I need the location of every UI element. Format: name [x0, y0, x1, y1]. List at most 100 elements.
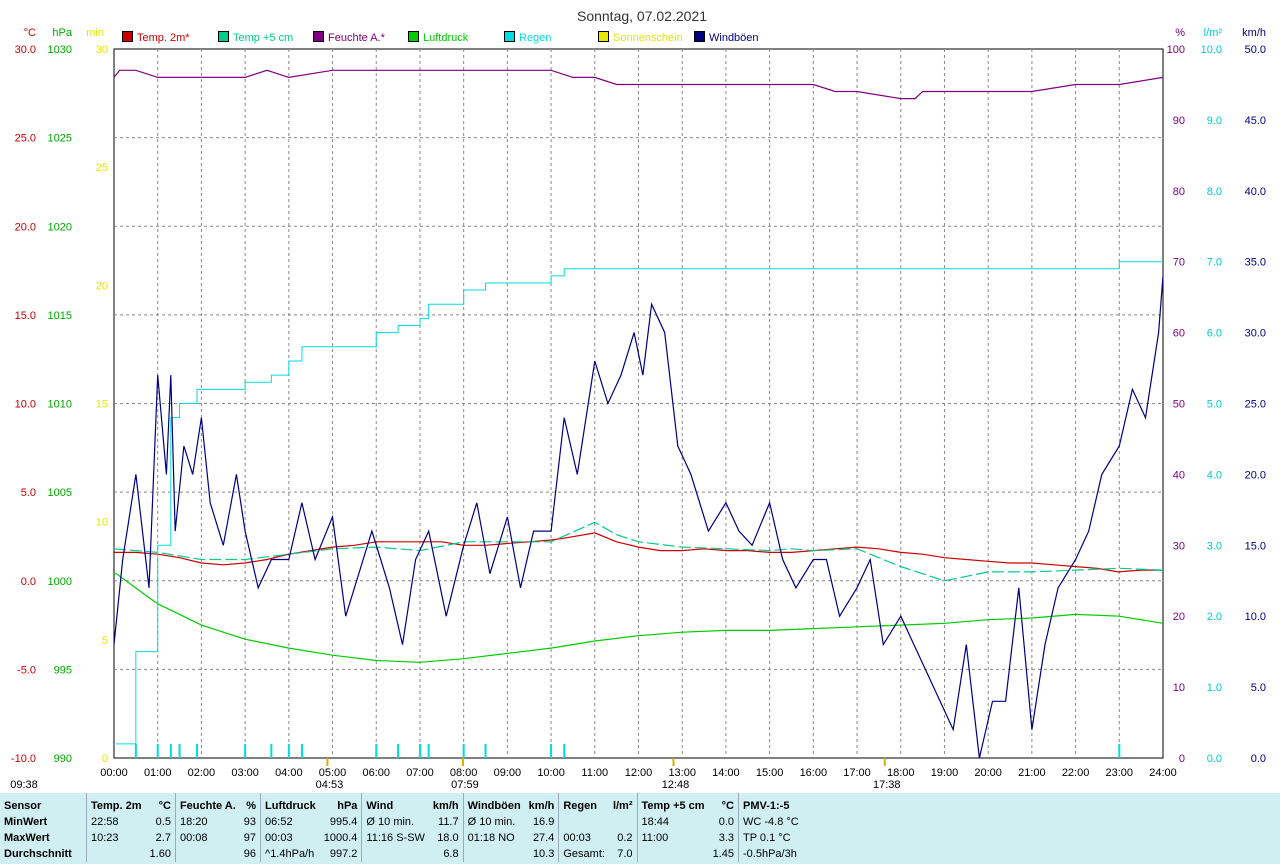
stats-header-row: Sensor Temp. 2m °C Feuchte A.% Luftdruck hPa W…	[0, 793, 811, 814]
rain-tick	[375, 744, 378, 758]
rain-tick	[134, 744, 137, 758]
legend-swatch	[504, 31, 515, 42]
x-tick-label: 09:00	[494, 767, 522, 779]
stats-cell-value: 7.0	[617, 848, 633, 860]
sun-time-first: 09:38	[10, 779, 38, 791]
temp-axis-tick: -5.0	[17, 664, 36, 676]
stats-cell-time	[558, 814, 609, 830]
stats-row: MaxWert 10:23 2.7 00:08 97 00:03 1000.4 11:16 S…	[0, 830, 811, 846]
humidity-axis-tick: 70	[1173, 257, 1185, 269]
rain-axis-tick: 7.0	[1207, 257, 1222, 269]
stats-cell-time: Ø 10 min.	[462, 814, 525, 830]
humidity-axis-tick: 50	[1173, 399, 1185, 411]
pressure-axis-tick: 1015	[48, 310, 72, 322]
statistics-table: Sensor Temp. 2m °C Feuchte A.% Luftdruck hPa W…	[0, 793, 811, 862]
rain-tick	[156, 744, 159, 758]
humidity-axis-tick: 0	[1179, 753, 1185, 765]
x-tick-label: 10:00	[537, 767, 565, 779]
temp-axis-tick: 20.0	[15, 221, 36, 233]
x-tick-label: 00:00	[100, 767, 128, 779]
stats-cell-value: 11.7	[438, 816, 459, 828]
stats-cell-value	[803, 846, 811, 862]
x-tick-label: 12:00	[625, 767, 653, 779]
stats-header-unit: km/h	[432, 800, 459, 812]
humidity-axis-tick: 20	[1173, 611, 1185, 623]
rain-tick	[270, 744, 273, 758]
x-tick-label: 07:00	[406, 767, 434, 779]
humidity-axis-tick: 60	[1173, 328, 1185, 340]
stats-cell-time: 10:23	[85, 830, 146, 846]
stats-cell-value: 0.0	[718, 816, 734, 828]
stats-cell-time: 11:00	[636, 830, 709, 846]
rain-axis-tick: 10.0	[1201, 44, 1222, 56]
x-tick-label: 11:00	[581, 767, 608, 779]
stats-header-unit: l/m²	[612, 800, 633, 812]
stats-cell-time	[361, 846, 429, 862]
temp-axis-tick: 30.0	[15, 44, 36, 56]
wind-axis-tick: 20.0	[1245, 469, 1266, 481]
temp-axis-tick: 0.0	[21, 576, 36, 588]
stats-header-unit: km/h	[528, 800, 555, 812]
sunshine-axis-tick: 5	[102, 635, 108, 647]
stats-cell-time	[174, 846, 240, 862]
rain-tick	[550, 744, 553, 758]
pressure-axis-tick: 990	[54, 753, 72, 765]
rain-tick	[287, 744, 290, 758]
rain-axis-tick: 1.0	[1207, 682, 1222, 694]
rain-tick	[1118, 744, 1121, 758]
legend-swatch	[218, 31, 229, 42]
stats-header-unit: hPa	[337, 800, 358, 812]
rain-axis-tick: 8.0	[1207, 186, 1222, 198]
x-tick-label: 19:00	[931, 767, 959, 779]
x-tick-label: 24:00	[1149, 767, 1177, 779]
x-tick-label: 06:00	[362, 767, 390, 779]
stats-cell-time: 06:52	[260, 814, 320, 830]
rain-axis-tick: 5.0	[1207, 399, 1222, 411]
legend-label: Temp. 2m*	[137, 32, 190, 44]
x-tick-label: 13:00	[668, 767, 696, 779]
legend-item: Temp. 2m*	[122, 31, 190, 45]
wind-axis-unit: km/h	[1242, 27, 1266, 39]
stats-cell-time	[636, 846, 709, 862]
sunshine-axis-tick: 15	[96, 399, 108, 411]
x-tick-label: 18:00	[887, 767, 915, 779]
stats-cell-value: 6.8	[443, 848, 459, 860]
wind-axis-tick: 10.0	[1245, 611, 1266, 623]
stats-row: MinWert 22:58 0.5 18:20 93 06:52 995.4 Ø 10 min…	[0, 814, 811, 830]
stats-cell-time: 22:58	[85, 814, 146, 830]
stats-cell-time	[85, 846, 146, 862]
stats-cell-time: 11:16 S-SW	[361, 830, 429, 846]
pressure-axis-tick: 1020	[48, 221, 72, 233]
stats-header-name: PMV-1:-5	[737, 793, 803, 814]
temp-axis-tick: 25.0	[15, 133, 36, 145]
legend-swatch	[598, 31, 609, 42]
rain-tick	[462, 744, 465, 758]
stats-cell-time: WC -4.8 °C	[737, 814, 803, 830]
legend-item: Windböen	[694, 31, 759, 45]
wind-axis-tick: 5.0	[1251, 682, 1266, 694]
stats-cell-value: 0.2	[617, 832, 633, 844]
stats-header-name: Feuchte A.	[174, 793, 240, 814]
rain-tick	[484, 744, 487, 758]
stats-cell-value	[803, 814, 811, 830]
rain-tick	[244, 744, 247, 758]
x-tick-label: 04:00	[275, 767, 303, 779]
rain-axis-tick: 0.0	[1207, 753, 1222, 765]
wind-axis-tick: 30.0	[1245, 328, 1266, 340]
stats-cell-value: 1000.4	[323, 832, 358, 844]
pressure-axis-tick: 995	[54, 664, 72, 676]
legend-label: Temp +5 cm	[233, 32, 294, 44]
pressure-axis-tick: 1000	[48, 576, 72, 588]
legend-item: Luftdruck	[408, 31, 468, 45]
legend-item: Feuchte A.*	[313, 31, 385, 45]
wind-axis-tick: 25.0	[1245, 399, 1266, 411]
rain-tick	[427, 744, 430, 758]
stats-cell-time: Gesamt:	[558, 846, 609, 862]
legend-item: Temp +5 cm	[218, 31, 293, 45]
stats-cell-value: 27.4	[532, 832, 555, 844]
stats-cell-value: 3.3	[718, 832, 734, 844]
temp-axis-tick: 5.0	[21, 487, 36, 499]
stats-cell-value: 2.7	[155, 832, 171, 844]
sunshine-axis-tick: 0	[102, 753, 108, 765]
wind-axis-tick: 15.0	[1245, 540, 1266, 552]
